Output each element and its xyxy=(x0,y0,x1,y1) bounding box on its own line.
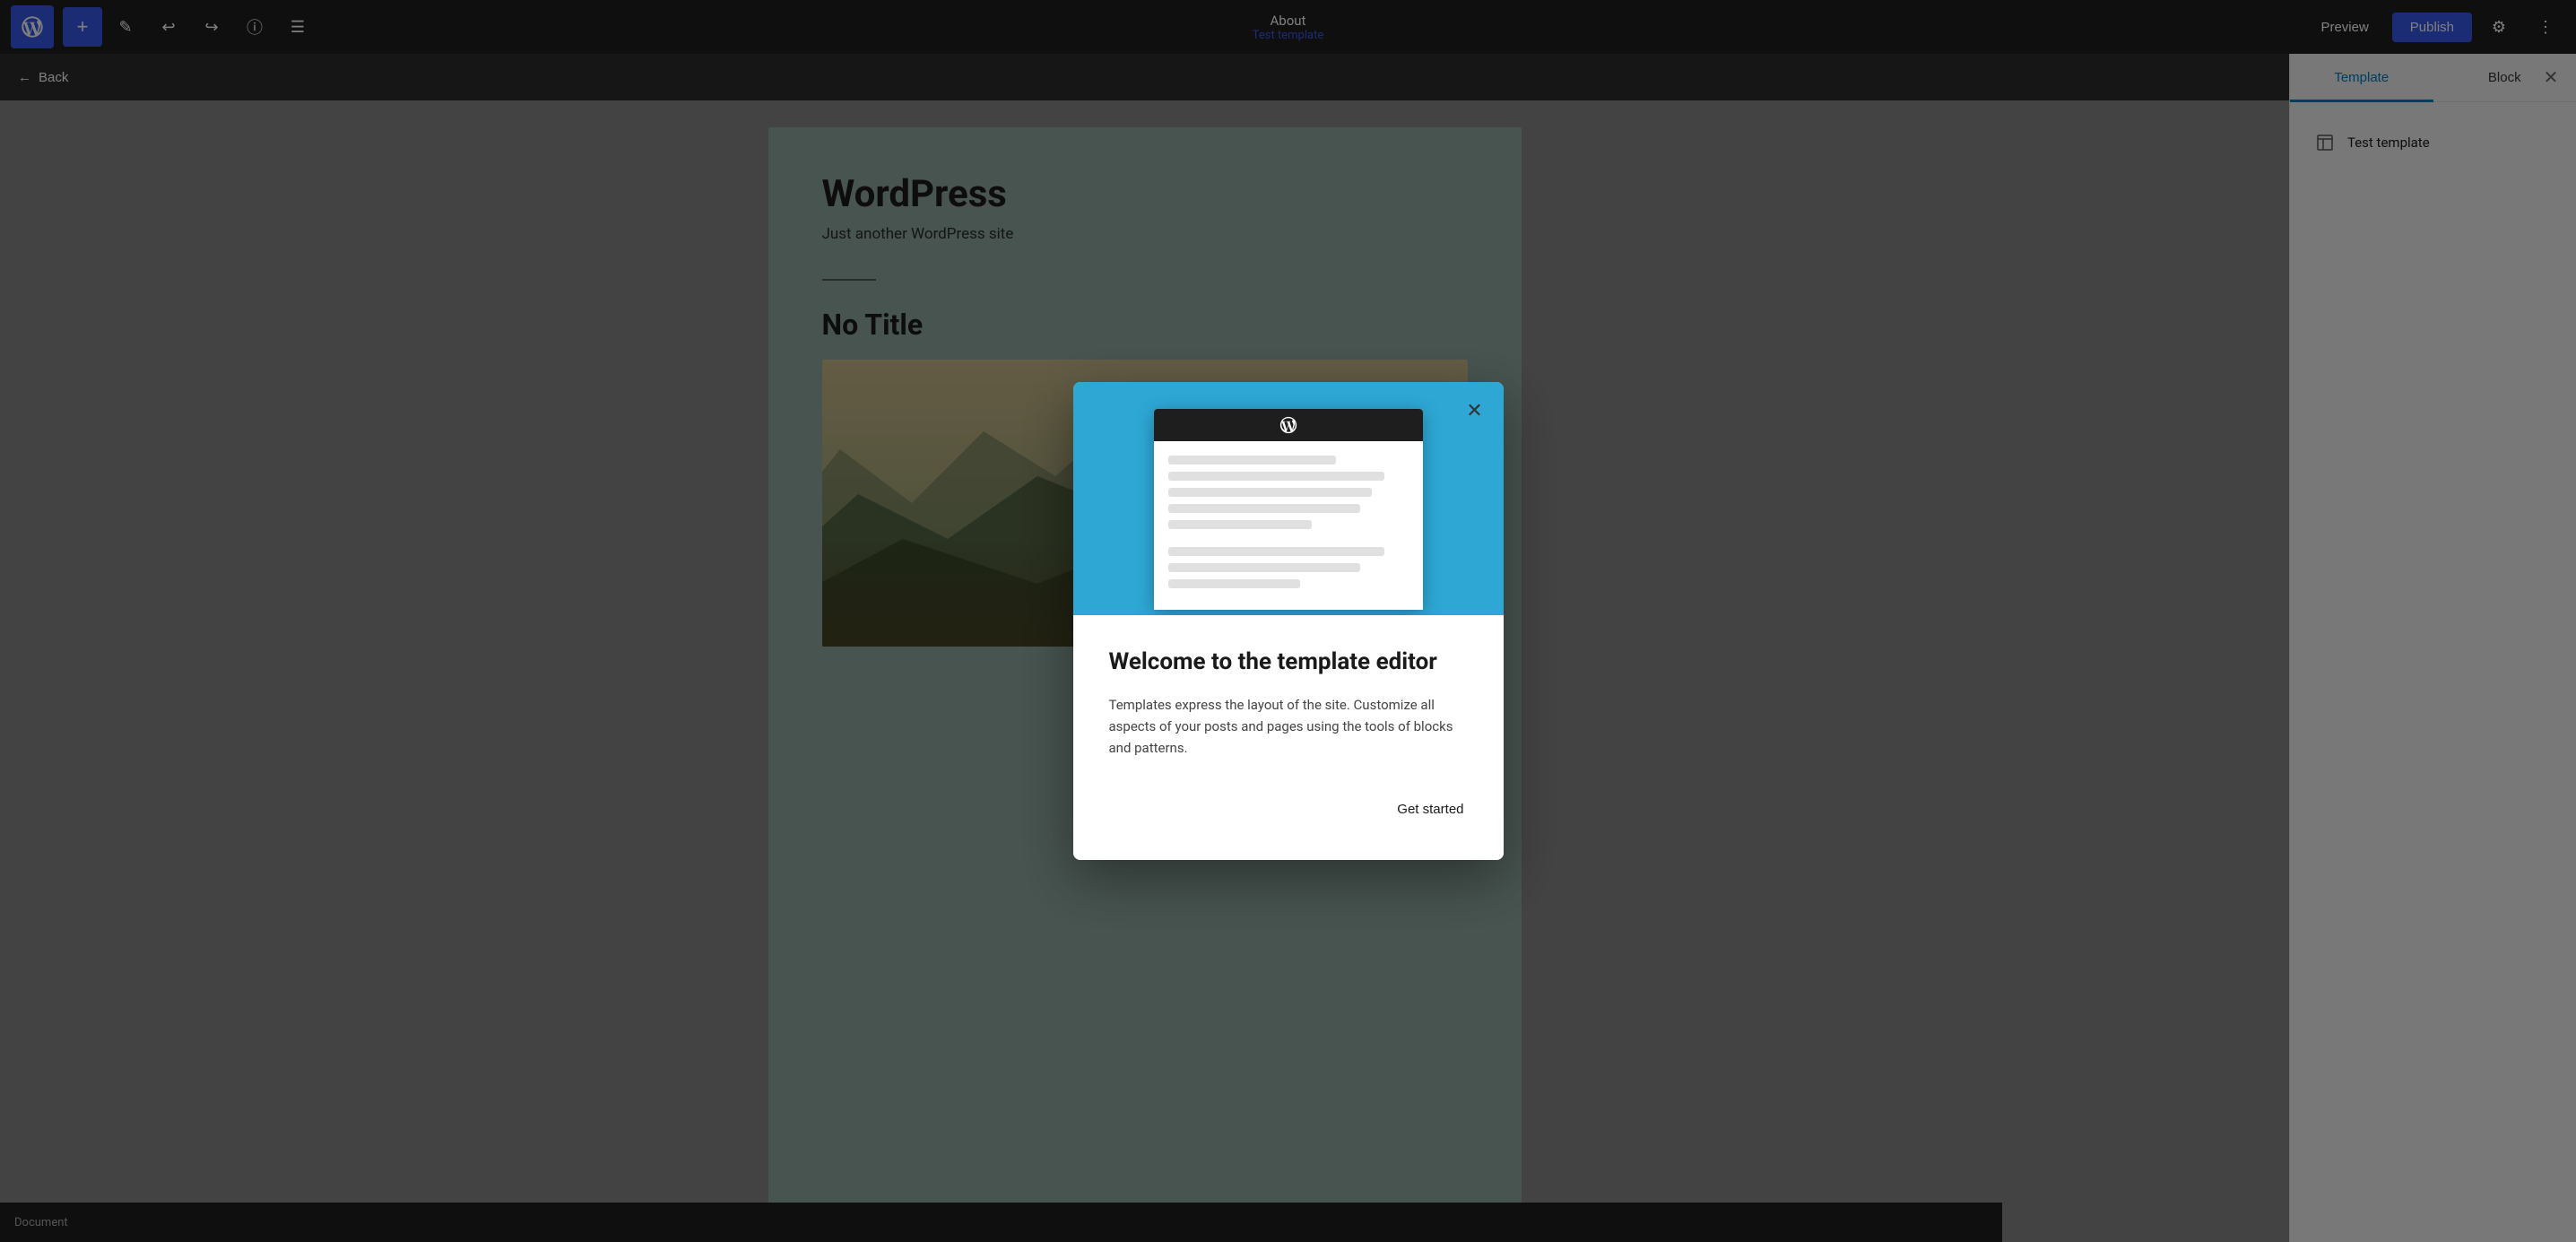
skeleton-line-7 xyxy=(1168,563,1360,572)
skeleton-line-1 xyxy=(1168,456,1337,465)
skeleton-line-5 xyxy=(1168,520,1313,529)
modal-title: Welcome to the template editor xyxy=(1109,647,1468,678)
modal-preview-browser xyxy=(1154,409,1423,610)
modal-header: ✕ xyxy=(1073,382,1504,615)
skeleton-spacer xyxy=(1168,536,1409,547)
modal-footer: Get started xyxy=(1109,795,1468,824)
modal-body: Welcome to the template editor Templates… xyxy=(1073,615,1504,860)
welcome-modal: ✕ xyxy=(1073,382,1504,860)
modal-description: Templates express the layout of the site… xyxy=(1109,694,1468,759)
browser-address-bar xyxy=(1154,409,1423,441)
skeleton-line-3 xyxy=(1168,488,1373,497)
get-started-button[interactable]: Get started xyxy=(1393,795,1467,824)
modal-close-icon: ✕ xyxy=(1466,399,1482,422)
modal-overlay[interactable]: ✕ xyxy=(0,0,2576,1242)
skeleton-line-8 xyxy=(1168,579,1300,588)
browser-preview-content xyxy=(1154,441,1423,610)
skeleton-line-2 xyxy=(1168,472,1384,481)
skeleton-line-6 xyxy=(1168,547,1384,556)
browser-wp-logo-icon xyxy=(1279,415,1298,435)
skeleton-line-4 xyxy=(1168,504,1360,513)
modal-close-button[interactable]: ✕ xyxy=(1459,395,1491,427)
